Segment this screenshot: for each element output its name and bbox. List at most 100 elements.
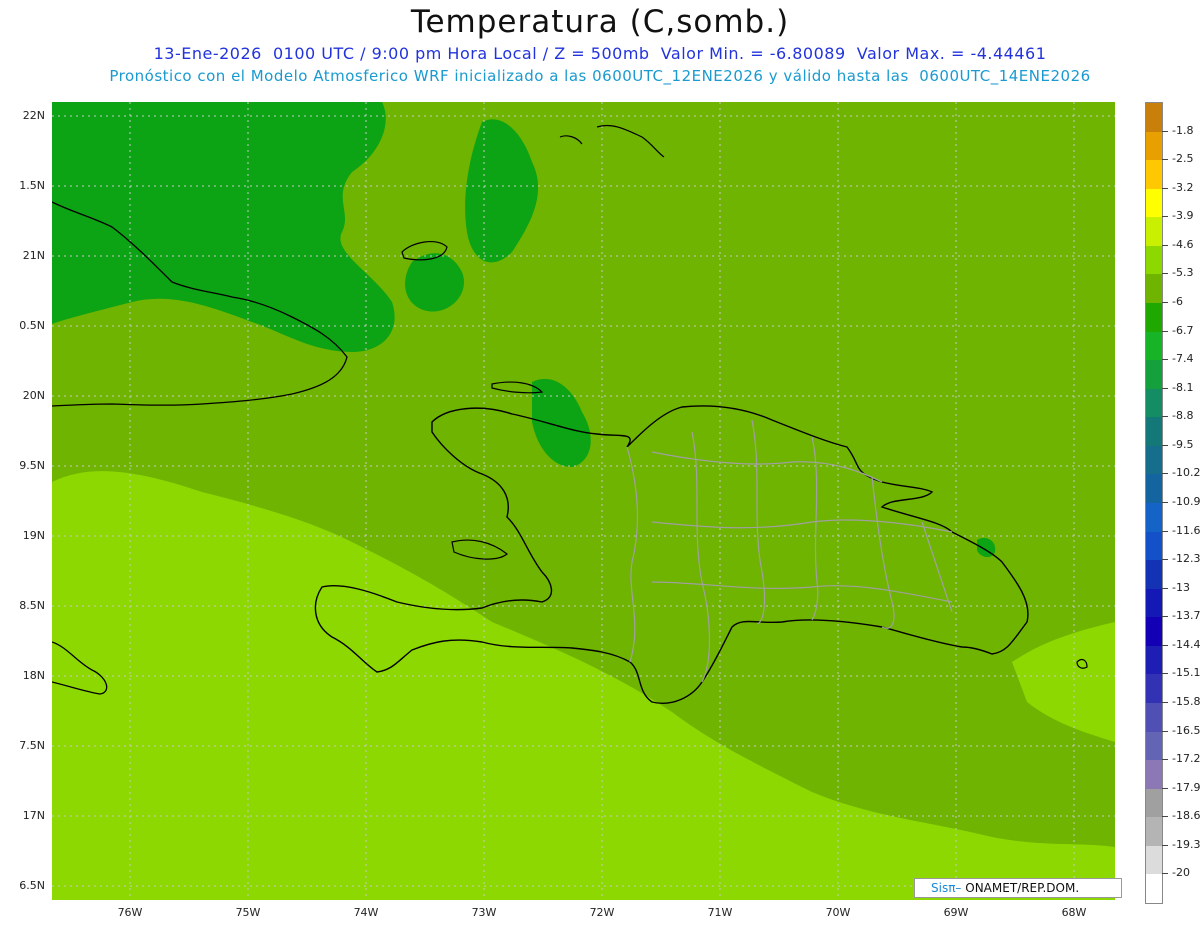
colorbar-tick: [1162, 644, 1168, 646]
colorbar-tick: [1162, 216, 1168, 218]
colorbar-tick: [1162, 159, 1168, 161]
colorbar-tick: [1162, 302, 1168, 303]
colorbar-cell: [1146, 188, 1162, 218]
colorbar-label: -10.9: [1172, 495, 1200, 508]
colorbar-cell: [1146, 388, 1162, 418]
colorbar-label: -18.6: [1172, 809, 1200, 823]
colorbar-cell: [1146, 874, 1162, 904]
colorbar-cell: [1146, 760, 1162, 790]
colorbar-tick: [1162, 330, 1168, 332]
colorbar-label: -15.1: [1172, 666, 1200, 680]
lon-label: 75W: [235, 906, 261, 919]
colorbar-tick: [1162, 873, 1168, 875]
colorbar-cell: [1146, 217, 1162, 247]
map-title: Temperatura (C,somb.): [410, 4, 790, 40]
colorbar-tick: [1162, 187, 1168, 189]
temperature-map: [52, 102, 1115, 900]
colorbar-label: -12.3: [1172, 552, 1200, 566]
colorbar-tick: [1162, 673, 1168, 675]
colorbar-tick: [1162, 273, 1168, 275]
colorbar-label: -17.2: [1172, 752, 1200, 766]
lon-label: 70W: [825, 906, 851, 919]
colorbar-label: -20: [1172, 866, 1190, 880]
colorbar-tick: [1162, 616, 1168, 618]
colorbar-cell: [1146, 131, 1162, 161]
map-subtitle-model: Pronóstico con el Modelo Atmosferico WRF…: [109, 67, 1091, 85]
lon-label: 76W: [117, 906, 143, 919]
colorbar-label: -13: [1172, 580, 1190, 594]
colorbar-cell: [1146, 674, 1162, 704]
lat-label: 9.5N: [19, 459, 45, 472]
colorbar-cell: [1146, 445, 1162, 475]
lat-label: 0.5N: [19, 319, 45, 332]
colorbar-cell: [1146, 503, 1162, 533]
lat-label: 22N: [22, 109, 45, 122]
colorbar-label: -6: [1172, 295, 1183, 308]
colorbar-cell: [1146, 331, 1162, 361]
colorbar-tick: [1162, 587, 1168, 589]
logo-text: ONAMET/REP.DOM.: [961, 881, 1080, 895]
colorbar-tick: [1162, 816, 1168, 818]
colorbar: [1145, 102, 1163, 904]
colorbar-tick: [1162, 530, 1168, 532]
colorbar-tick: [1162, 787, 1168, 789]
lat-label: 7.5N: [19, 739, 45, 752]
colorbar-cell: [1146, 817, 1162, 847]
colorbar-tick: [1162, 387, 1168, 389]
colorbar-cell: [1146, 845, 1162, 875]
lon-label: 74W: [353, 906, 379, 919]
colorbar-label: -3.2: [1172, 180, 1194, 194]
logo-brand: Sisπ–: [931, 881, 962, 895]
colorbar-tick: [1162, 502, 1168, 503]
colorbar-label: -6.7: [1172, 323, 1194, 337]
lon-label: 71W: [707, 906, 733, 919]
colorbar-label: -14.4: [1172, 637, 1200, 651]
colorbar-cell: [1146, 703, 1162, 733]
colorbar-cell: [1146, 417, 1162, 447]
colorbar-cell: [1146, 788, 1162, 818]
colorbar-tick: [1162, 702, 1168, 703]
lon-label: 72W: [589, 906, 615, 919]
onamet-logo: Sisπ– ONAMET/REP.DOM.: [914, 878, 1122, 898]
colorbar-label: -9.5: [1172, 437, 1194, 451]
colorbar-tick: [1162, 130, 1168, 132]
lon-label: 68W: [1061, 906, 1087, 919]
colorbar-label: -4.6: [1172, 237, 1194, 251]
colorbar-label: -8.8: [1172, 409, 1194, 423]
colorbar-cell: [1146, 274, 1162, 304]
lat-label: 20N: [22, 389, 45, 402]
map-subtitle-time: 13-Ene-2026 0100 UTC / 9:00 pm Hora Loca…: [153, 44, 1047, 63]
colorbar-label: -17.9: [1172, 780, 1200, 794]
colorbar-label: -2.5: [1172, 152, 1194, 166]
colorbar-label: -1.8: [1172, 123, 1194, 137]
colorbar-tick: [1162, 244, 1168, 246]
colorbar-cell: [1146, 303, 1162, 333]
lat-label: 21N: [22, 249, 45, 262]
colorbar-label: -3.9: [1172, 209, 1194, 223]
colorbar-label: -16.5: [1172, 723, 1200, 737]
colorbar-tick: [1162, 730, 1168, 732]
colorbar-label: -13.7: [1172, 609, 1200, 623]
lat-label: 6.5N: [19, 879, 45, 892]
colorbar-label: -11.6: [1172, 523, 1200, 537]
lon-label: 69W: [943, 906, 969, 919]
colorbar-cell: [1146, 360, 1162, 390]
colorbar-tick: [1162, 444, 1168, 446]
colorbar-cell: [1146, 731, 1162, 761]
colorbar-cell: [1146, 560, 1162, 590]
colorbar-cell: [1146, 588, 1162, 618]
colorbar-tick: [1162, 473, 1168, 475]
colorbar-cell: [1146, 531, 1162, 561]
colorbar-cell: [1146, 474, 1162, 504]
colorbar-cell: [1146, 617, 1162, 647]
colorbar-label: -15.8: [1172, 695, 1200, 708]
lon-label: 73W: [471, 906, 497, 919]
colorbar-tick: [1162, 359, 1168, 361]
colorbar-tick: [1162, 759, 1168, 761]
lat-label: 8.5N: [19, 599, 45, 612]
colorbar-label: -5.3: [1172, 266, 1194, 280]
lat-label: 19N: [22, 529, 45, 542]
colorbar-label: -19.3: [1172, 837, 1200, 851]
colorbar-label: -10.2: [1172, 466, 1200, 480]
lat-label: 17N: [22, 809, 45, 822]
